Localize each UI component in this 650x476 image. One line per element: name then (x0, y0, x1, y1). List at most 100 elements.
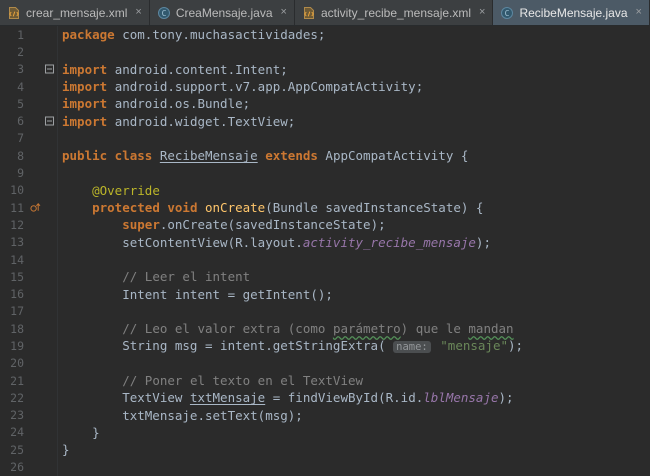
close-tab-icon[interactable]: × (135, 7, 141, 18)
close-tab-icon[interactable]: × (281, 7, 287, 18)
code-line-8[interactable]: 8 public class RecibeMensaje extends AppC… (0, 147, 650, 165)
code-segment-def: android.os.Bundle; (114, 96, 251, 112)
code-segment-def: = findViewById(R.id. (265, 390, 424, 406)
tab-label: RecibeMensaje.java (519, 5, 628, 20)
close-tab-icon[interactable]: × (479, 7, 485, 18)
gutter[interactable] (26, 129, 58, 148)
gutter[interactable] (26, 354, 58, 372)
code-text: import android.widget.TextView; (62, 114, 295, 129)
code-segment-var: txtMensaje (189, 390, 266, 406)
code-segment-kw: import (62, 61, 115, 77)
code-text: protected void onCreate(Bundle savedInst… (62, 200, 483, 215)
editor-tab-RecibeMensaje.java[interactable]: C RecibeMensaje.java × (493, 0, 650, 25)
code-line-6[interactable]: 6 import android.widget.TextView; (0, 112, 650, 130)
ide-window: crear_mensaje.xml × C CreaMensaje.java × acti… (0, 0, 650, 476)
fold-marker-icon[interactable] (45, 114, 54, 129)
code-line-26[interactable]: 26 (0, 458, 650, 476)
code-segment-def: android.content.Intent; (114, 61, 288, 77)
code-text: String msg = intent.getStringExtra( name… (62, 338, 524, 354)
code-segment-def (62, 373, 122, 388)
gutter[interactable] (26, 423, 58, 442)
gutter[interactable] (26, 181, 58, 199)
code-line-21[interactable]: 21 // Poner el texto en el TextView (0, 371, 650, 390)
code-segment-def: .onCreate(savedInstanceState); (159, 217, 386, 233)
code-line-20[interactable]: 20 (0, 354, 650, 372)
line-number: 23 (10, 408, 24, 423)
code-segment-kw: protected void (92, 200, 205, 216)
overriding-method-icon[interactable] (30, 200, 41, 215)
editor-tab-CreaMensaje.java[interactable]: C CreaMensaje.java × (150, 0, 295, 25)
code-segment-def (62, 200, 92, 215)
code-line-18[interactable]: 18 // Leo el valor extra (como parámetro… (0, 320, 650, 338)
gutter[interactable] (26, 268, 58, 286)
gutter[interactable] (26, 285, 58, 303)
code-line-2[interactable]: 2 (0, 43, 650, 61)
code-segment-def: (Bundle savedInstanceState) { (265, 200, 484, 216)
editor-tab-crear_mensaje.xml[interactable]: crear_mensaje.xml × (0, 0, 150, 25)
code-line-10[interactable]: 10 @Override (0, 181, 650, 199)
code-line-1[interactable]: 1 package com.tony.muchasactividades; (0, 26, 650, 44)
code-segment-kw: super (122, 217, 160, 233)
line-number: 4 (17, 79, 24, 94)
line-number: 16 (10, 287, 24, 302)
code-segment-def: } (62, 424, 100, 440)
code-line-5[interactable]: 5 import android.os.Bundle; (0, 95, 650, 113)
code-text: TextView txtMensaje = findViewById(R.id.… (62, 390, 513, 406)
gutter[interactable] (26, 458, 58, 476)
line-number: 8 (17, 148, 24, 163)
code-line-24[interactable]: 24 } (0, 423, 650, 442)
gutter[interactable] (26, 60, 58, 78)
code-line-16[interactable]: 16 Intent intent = getIntent(); (0, 285, 650, 303)
line-number: 17 (10, 304, 24, 319)
code-line-19[interactable]: 19 String msg = intent.getStringExtra( n… (0, 337, 650, 355)
gutter[interactable] (26, 216, 58, 234)
gutter[interactable] (26, 43, 58, 61)
code-editor[interactable]: 1 package com.tony.muchasactividades; 2 3 im… (0, 26, 650, 476)
line-number: 13 (10, 235, 24, 250)
code-line-17[interactable]: 17 (0, 302, 650, 321)
gutter[interactable] (26, 337, 58, 355)
gutter[interactable] (26, 95, 58, 113)
gutter[interactable] (26, 320, 58, 338)
code-line-12[interactable]: 12 super.onCreate(savedInstanceState); (0, 216, 650, 234)
gutter[interactable] (26, 389, 58, 407)
line-number: 7 (17, 131, 24, 146)
editor-tab-activity_recibe_mensaje.xml[interactable]: activity_recibe_mensaje.xml × (295, 0, 494, 25)
code-segment-cmt: ) que le (400, 321, 469, 337)
gutter[interactable] (26, 302, 58, 321)
code-segment-def: String msg = intent.getStringExtra( (62, 338, 394, 354)
gutter[interactable] (26, 233, 58, 251)
code-line-23[interactable]: 23 txtMensaje.setText(msg); (0, 406, 650, 424)
code-segment-kw: extends (257, 148, 326, 164)
close-tab-icon[interactable]: × (636, 7, 642, 18)
gutter[interactable] (26, 441, 58, 459)
line-number: 22 (10, 390, 24, 405)
code-line-13[interactable]: 13 setContentView(R.layout.activity_reci… (0, 233, 650, 251)
code-segment-cls: RecibeMensaje (159, 148, 258, 164)
code-line-4[interactable]: 4 import android.support.v7.app.AppCompat… (0, 77, 650, 96)
code-text: } (62, 442, 70, 457)
code-line-11[interactable]: 11 protected void onCreate(Bundle savedI… (0, 198, 650, 217)
code-line-7[interactable]: 7 (0, 129, 650, 148)
code-segment-def: ); (508, 338, 524, 354)
gutter[interactable] (26, 406, 58, 424)
code-line-25[interactable]: 25} (0, 441, 650, 459)
tab-label: crear_mensaje.xml (26, 5, 128, 20)
gutter[interactable] (26, 77, 58, 96)
code-line-9[interactable]: 9 (0, 164, 650, 182)
gutter[interactable] (26, 371, 58, 390)
code-line-3[interactable]: 3 import android.content.Intent; (0, 60, 650, 78)
fold-marker-icon[interactable] (45, 62, 54, 77)
gutter[interactable] (26, 164, 58, 182)
code-line-22[interactable]: 22 TextView txtMensaje = findViewById(R.… (0, 389, 650, 407)
line-number: 1 (17, 27, 24, 42)
gutter[interactable] (26, 198, 58, 217)
gutter[interactable] (26, 26, 58, 44)
gutter[interactable] (26, 147, 58, 165)
gutter[interactable] (26, 250, 58, 269)
code-text: public class RecibeMensaje extends AppCo… (62, 148, 468, 163)
code-text: @Override (62, 183, 160, 198)
code-line-14[interactable]: 14 (0, 250, 650, 269)
gutter[interactable] (26, 112, 58, 130)
code-line-15[interactable]: 15 // Leer el intent (0, 268, 650, 286)
